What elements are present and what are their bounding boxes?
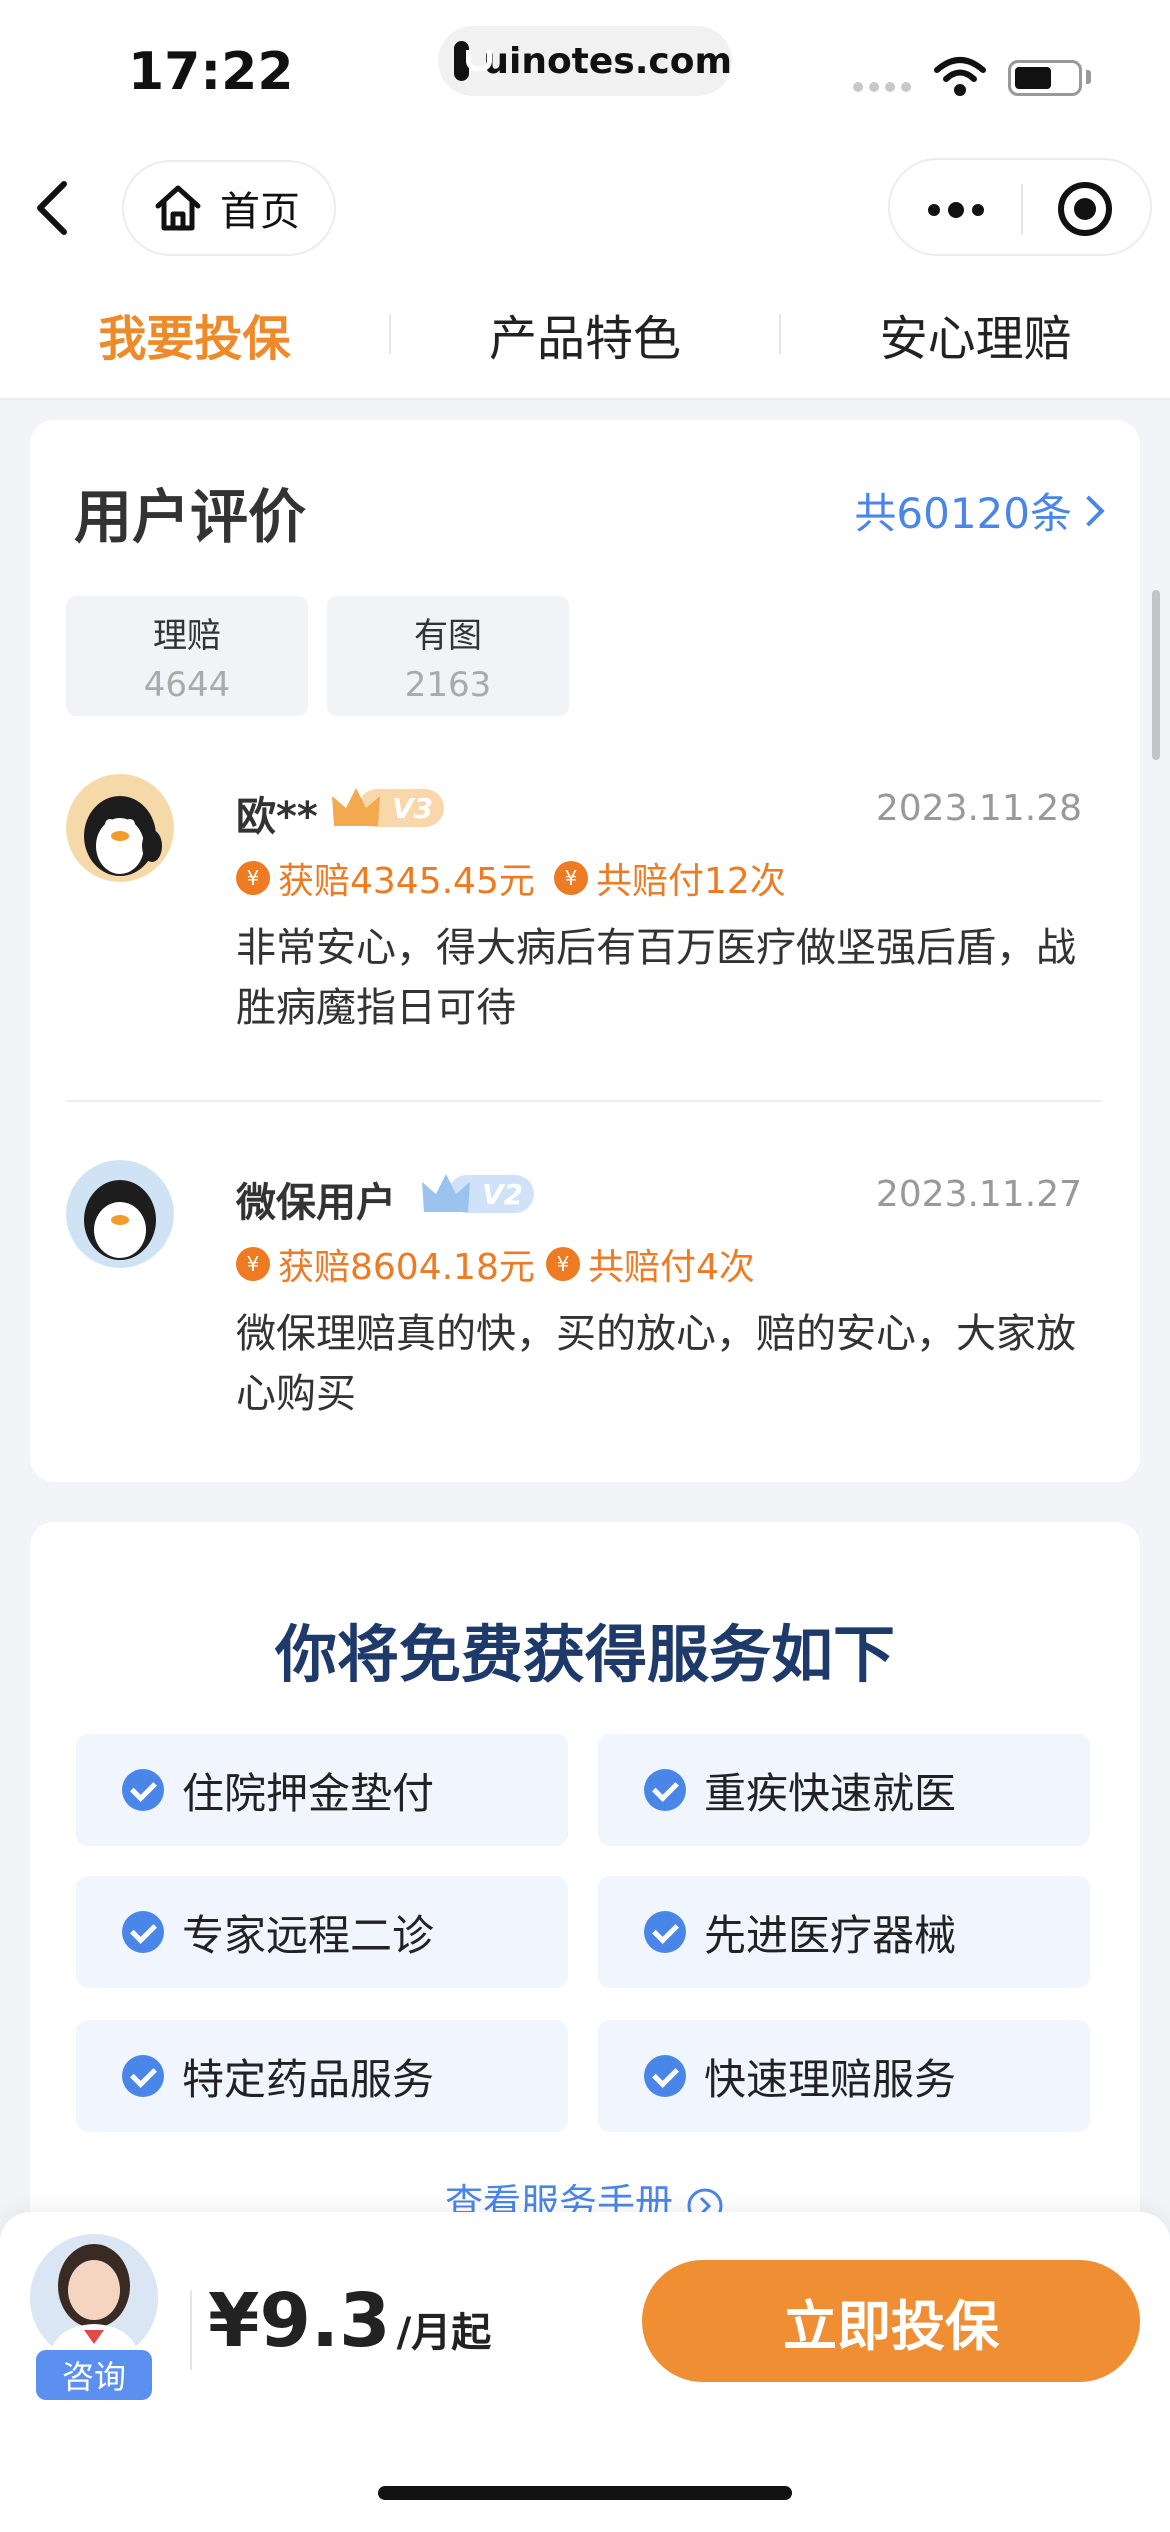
service-item: 特定药品服务 (76, 2020, 568, 2132)
back-chevron-icon[interactable] (22, 172, 92, 242)
signal-icon (853, 82, 911, 92)
home-label: 首页 (220, 189, 300, 235)
tag-text: 共赔付12次 (596, 861, 786, 902)
status-time: 17:22 (128, 42, 294, 102)
tab-features[interactable]: 产品特色 (391, 270, 780, 398)
home-icon (155, 185, 201, 231)
buy-now-button[interactable]: 立即投保 (642, 2260, 1140, 2382)
tag-text: 获赔4345.45元 (278, 861, 535, 902)
level-badge: V2 (418, 1168, 534, 1220)
claim-count-tag: ¥ 共赔付12次 (554, 852, 786, 904)
service-label: 专家远程二诊 (182, 1910, 435, 1960)
tag-text: 获赔8604.18元 (278, 1247, 535, 1288)
home-indicator (378, 2486, 792, 2500)
review-text: 微保理赔真的快，买的放心，赔的安心，大家放心购买 (236, 1311, 1076, 1417)
tab-bar: 我要投保 产品特色 安心理赔 (0, 270, 1170, 400)
services-title: 你将免费获得服务如下 (274, 1618, 895, 1691)
price: ¥9.3 /月起 (208, 2278, 491, 2364)
reviews-card: 用户评价 共60120条 理赔 4644 有图 2163 欧** V3 2023… (30, 420, 1140, 1482)
consult-agent-avatar[interactable] (30, 2234, 158, 2362)
wifi-icon (934, 57, 986, 96)
review-item: 微保用户 V2 2023.11.27 ¥ 获赔8604.18元 ¥ 共赔付4次 … (66, 1160, 1102, 1460)
service-label: 先进医疗器械 (704, 1910, 957, 1960)
capsule-divider (1021, 184, 1023, 234)
crown-icon (422, 1174, 470, 1212)
reviewer-name: 微保用户 (236, 1180, 396, 1226)
url-text: uinotes.com (483, 40, 732, 82)
site-logo-icon (454, 41, 493, 81)
navbar: 首页 (0, 150, 1170, 270)
review-date: 2023.11.27 (875, 1174, 1082, 1215)
service-item: 重疾快速就医 (598, 1734, 1090, 1846)
review-divider (66, 1100, 1102, 1102)
service-item: 快速理赔服务 (598, 2020, 1090, 2132)
status-bar: 17:22 uinotes.com (0, 0, 1170, 150)
url-pill: uinotes.com (438, 26, 732, 96)
battery-cap (1086, 70, 1091, 84)
check-circle-icon (644, 1911, 686, 1953)
claim-amount-tag: ¥ 获赔8604.18元 (236, 1238, 535, 1290)
crown-icon (332, 788, 380, 826)
services-card: 你将免费获得服务如下 住院押金垫付 重疾快速就医 专家远程二诊 先进医疗器械 特… (30, 1522, 1140, 2282)
more-dots-icon[interactable] (928, 202, 984, 218)
yen-icon: ¥ (236, 1247, 270, 1281)
service-item: 先进医疗器械 (598, 1876, 1090, 1988)
tab-buy[interactable]: 我要投保 (0, 270, 389, 398)
price-amount: ¥9.3 (208, 2278, 391, 2364)
home-button[interactable]: 首页 (122, 160, 336, 256)
yen-icon: ¥ (236, 861, 270, 895)
check-circle-icon (122, 1769, 164, 1811)
filter-chip-claims[interactable]: 理赔 4644 (66, 596, 308, 716)
yen-icon: ¥ (546, 1247, 580, 1281)
tab-claims[interactable]: 安心理赔 (781, 270, 1170, 398)
filter-chip-label: 理赔 (153, 615, 221, 656)
claim-count-tag: ¥ 共赔付4次 (546, 1238, 755, 1290)
filter-chip-count: 2163 (404, 664, 492, 705)
reviews-title: 用户评价 (74, 483, 307, 551)
service-label: 快速理赔服务 (704, 2054, 957, 2104)
price-unit: /月起 (396, 2310, 492, 2356)
review-date: 2023.11.28 (875, 788, 1082, 829)
yen-icon: ¥ (554, 861, 588, 895)
check-circle-icon (122, 2055, 164, 2097)
filter-chip-label: 有图 (414, 615, 482, 656)
service-label: 住院押金垫付 (182, 1768, 435, 1818)
claim-amount-tag: ¥ 获赔4345.45元 (236, 852, 535, 904)
reviewer-name: 欧** (236, 794, 318, 840)
service-label: 特定药品服务 (182, 2054, 435, 2104)
service-item: 专家远程二诊 (76, 1876, 568, 1988)
bottom-action-bar: 咨询 ¥9.3 /月起 立即投保 (0, 2212, 1170, 2532)
battery-icon (1008, 60, 1082, 96)
service-label: 重疾快速就医 (704, 1768, 957, 1818)
level-badge: V3 (328, 782, 444, 834)
avatar (66, 1160, 174, 1268)
reviews-total-link[interactable]: 共60120条 (854, 480, 1105, 541)
filter-chip-count: 4644 (143, 664, 231, 705)
filter-chip-photos[interactable]: 有图 2163 (327, 596, 569, 716)
chevron-right-icon (1073, 494, 1105, 527)
consult-button[interactable]: 咨询 (36, 2350, 152, 2400)
check-circle-icon (644, 2055, 686, 2097)
check-circle-icon (122, 1911, 164, 1953)
service-item: 住院押金垫付 (76, 1734, 568, 1846)
review-text: 非常安心，得大病后有百万医疗做坚强后盾，战胜病魔指日可待 (236, 925, 1076, 1031)
scrollbar[interactable] (1152, 590, 1160, 760)
reviews-total-label: 共60120条 (854, 489, 1072, 538)
avatar (66, 774, 174, 882)
target-icon[interactable] (1058, 182, 1112, 236)
price-divider (190, 2290, 192, 2370)
review-item: 欧** V3 2023.11.28 ¥ 获赔4345.45元 ¥ 共赔付12次 … (66, 774, 1102, 1074)
tag-text: 共赔付4次 (588, 1247, 755, 1288)
miniprogram-capsule (888, 158, 1152, 256)
check-circle-icon (644, 1769, 686, 1811)
